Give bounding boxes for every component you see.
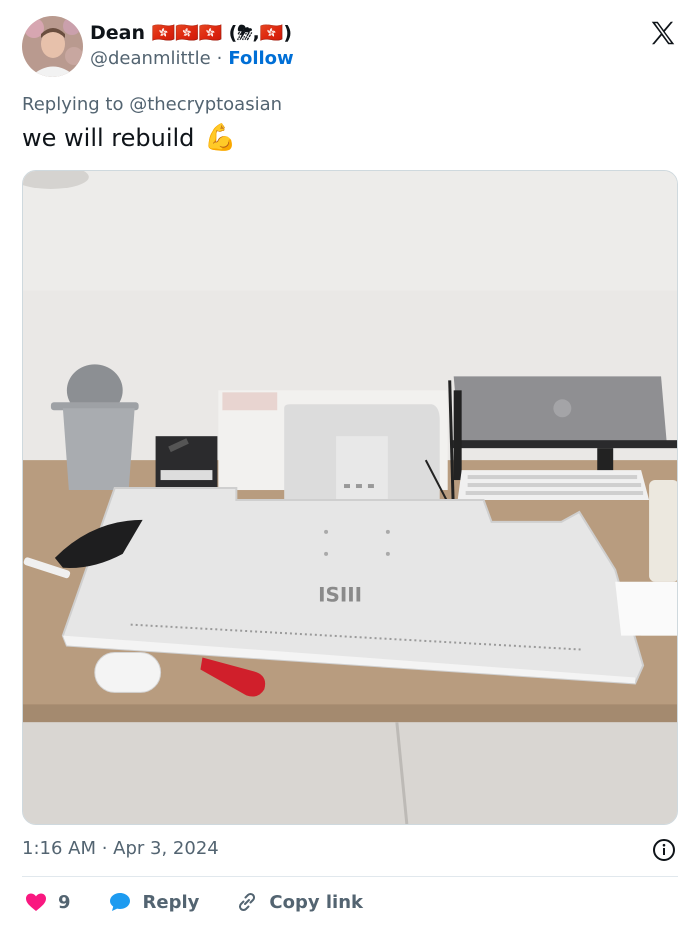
flexed-biceps-emoji: 💪 — [204, 123, 237, 153]
like-button[interactable]: 9 — [24, 890, 71, 914]
tweet-text: we will rebuild 💪 — [22, 123, 237, 153]
copy-link-button[interactable]: Copy link — [235, 890, 363, 914]
likes-count: 9 — [58, 891, 71, 913]
author-name-suffix: (⛈,🇭🇰) — [228, 22, 293, 44]
author-handle-row: @deanmlittle · Follow — [90, 48, 294, 69]
link-icon — [239, 892, 256, 912]
action-bar: 9 Reply Copy link — [24, 888, 399, 916]
tweet-card: Dean 🇭🇰🇭🇰🇭🇰 (⛈,🇭🇰) @deanmlittle · Follow… — [0, 0, 700, 929]
separator-dot: · — [216, 48, 223, 69]
follow-button[interactable]: Follow — [228, 48, 293, 69]
author-display-name[interactable]: Dean 🇭🇰🇭🇰🇭🇰 — [90, 21, 223, 44]
reply-label: Reply — [142, 891, 200, 913]
avatar[interactable] — [22, 16, 83, 77]
reply-button[interactable]: Reply — [107, 890, 200, 914]
tweet-body: we will rebuild — [22, 124, 195, 152]
tweet-photo[interactable]: ISIII — [22, 170, 678, 825]
replying-to[interactable]: Replying to @thecryptoasian — [22, 94, 282, 115]
photo-desk-monitor: ISIII — [23, 171, 677, 824]
info-icon[interactable] — [652, 838, 676, 862]
monitor-brand-label: ISIII — [318, 584, 362, 607]
copy-link-label: Copy link — [269, 891, 363, 913]
author-handle[interactable]: @deanmlittle — [90, 48, 211, 69]
reply-bubble-icon — [109, 893, 130, 911]
tweet-timestamp[interactable]: 1:16 AM · Apr 3, 2024 — [22, 838, 219, 859]
author-name-row[interactable]: Dean 🇭🇰🇭🇰🇭🇰 (⛈,🇭🇰) — [90, 21, 292, 44]
divider — [22, 876, 678, 877]
heart-icon — [26, 893, 46, 911]
x-logo-icon[interactable] — [648, 18, 678, 48]
